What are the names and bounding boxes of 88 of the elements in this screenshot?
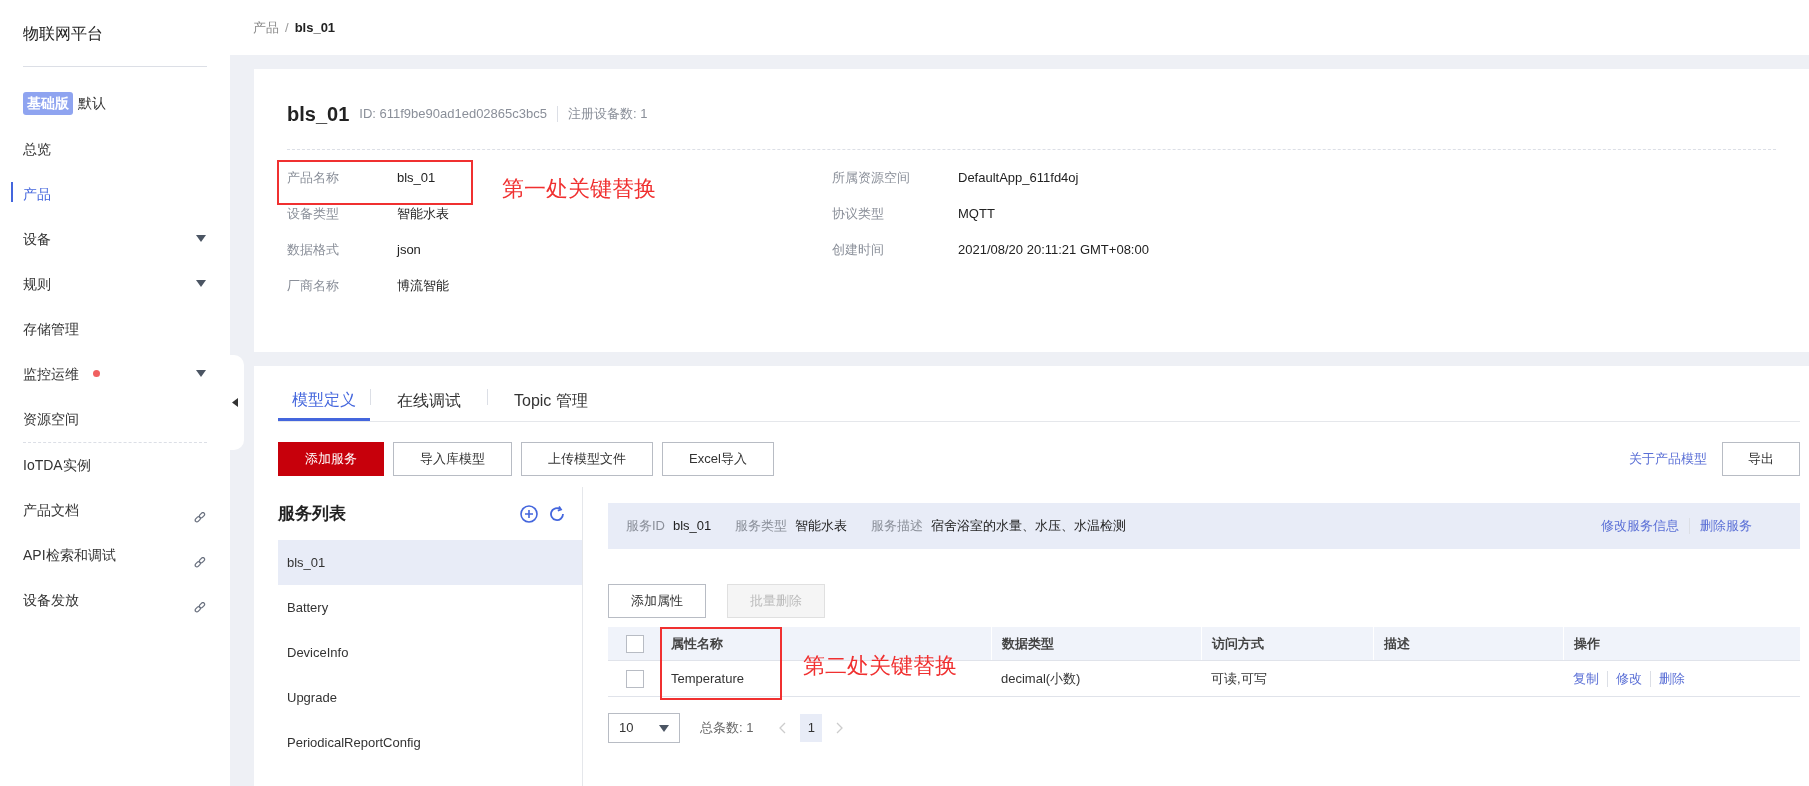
field-value: 2021/08/20 20:11:21 GMT+08:00 bbox=[958, 241, 1149, 260]
service-action-link[interactable]: 删除服务 bbox=[1700, 516, 1752, 536]
device-count: 注册设备数: 1 bbox=[567, 105, 648, 124]
product-id: ID: 611f9be90ad1ed02865c3bc5 bbox=[359, 105, 547, 124]
row-action-link[interactable]: 修改 bbox=[1616, 668, 1642, 689]
field-label: 数据格式 bbox=[287, 241, 340, 260]
service-item[interactable]: bls_01 bbox=[278, 540, 582, 585]
page-size-select[interactable]: 10 bbox=[608, 713, 680, 743]
collapse-arrow-icon bbox=[232, 398, 238, 407]
field-label: 产品名称 bbox=[287, 169, 340, 188]
table-cell: decimal(小数) bbox=[1001, 670, 1081, 686]
info-label: 服务描述 bbox=[871, 517, 924, 536]
sidebar-item[interactable]: 设备 bbox=[0, 217, 230, 262]
field-value: 博流智能 bbox=[397, 277, 449, 296]
field-label: 协议类型 bbox=[832, 205, 885, 224]
add-icon[interactable] bbox=[520, 504, 538, 523]
row-checkbox[interactable] bbox=[625, 669, 644, 688]
breadcrumb-item[interactable]: 产品 bbox=[253, 17, 279, 38]
app-title: 物联网平台 bbox=[22, 24, 104, 44]
field-label: 所属资源空间 bbox=[832, 169, 911, 188]
column-header: 描述 bbox=[1384, 634, 1410, 653]
annotation-text: 第二处关键替换 bbox=[803, 652, 957, 680]
sidebar-item[interactable]: 存储管理 bbox=[0, 307, 230, 352]
toolbar-button[interactable]: Excel导入 bbox=[662, 442, 774, 476]
prev-page-icon[interactable] bbox=[779, 722, 787, 734]
tab[interactable]: 模型定义 bbox=[278, 381, 370, 421]
sidebar-item[interactable]: 规则 bbox=[0, 262, 230, 307]
caret-icon bbox=[659, 724, 669, 732]
sidebar-item[interactable]: 产品文档 bbox=[0, 488, 230, 533]
field-value: bls_01 bbox=[397, 169, 436, 188]
export-button[interactable]: 导出 bbox=[1722, 442, 1800, 476]
tab[interactable]: Topic 管理 bbox=[500, 381, 602, 421]
product-model-link[interactable]: 关于产品模型 bbox=[1629, 449, 1707, 469]
breadcrumb-item: bls_01 bbox=[294, 18, 336, 37]
info-value: bls_01 bbox=[673, 517, 712, 536]
field-label: 厂商名称 bbox=[287, 277, 340, 296]
caret-icon bbox=[196, 370, 206, 377]
field-value: json bbox=[397, 241, 421, 260]
info-value: 智能水表 bbox=[795, 517, 848, 536]
product-title: bls_01 bbox=[287, 102, 350, 127]
sidebar-item[interactable]: 产品 bbox=[0, 172, 230, 217]
tab[interactable]: 在线调试 bbox=[383, 381, 475, 421]
field-value: MQTT bbox=[958, 205, 995, 224]
info-value: 宿舍浴室的水量、水压、水温检测 bbox=[931, 517, 1127, 536]
property-button[interactable]: 添加属性 bbox=[608, 584, 706, 618]
service-action-link[interactable]: 修改服务信息 bbox=[1601, 516, 1679, 536]
toolbar-button[interactable]: 上传模型文件 bbox=[521, 442, 653, 476]
field-value: DefaultApp_611fd4oj bbox=[958, 169, 1079, 188]
row-action-link[interactable]: 复制 bbox=[1573, 668, 1599, 689]
sidebar-item[interactable]: API检索和调试 bbox=[0, 533, 230, 578]
toolbar-button[interactable]: 添加服务 bbox=[278, 442, 384, 476]
link-icon bbox=[194, 512, 206, 524]
column-header: 访问方式 bbox=[1212, 634, 1264, 653]
service-list-title: 服务列表 bbox=[278, 502, 346, 525]
info-label: 服务ID bbox=[626, 517, 665, 536]
sidebar-item[interactable]: 资源空间 bbox=[0, 397, 230, 442]
select-all-checkbox[interactable] bbox=[625, 634, 644, 653]
link-icon bbox=[194, 602, 206, 614]
page-number[interactable]: 1 bbox=[800, 714, 823, 742]
service-item[interactable]: Battery bbox=[278, 585, 582, 630]
field-label: 创建时间 bbox=[832, 241, 885, 260]
edition-badge: 基础版 bbox=[23, 92, 73, 115]
refresh-icon[interactable] bbox=[548, 504, 566, 523]
link-icon bbox=[194, 557, 206, 569]
table-cell: 可读,可写 bbox=[1211, 670, 1267, 686]
total-count: 总条数: 1 bbox=[700, 719, 754, 738]
row-action-link[interactable]: 删除 bbox=[1659, 668, 1685, 689]
next-page-icon[interactable] bbox=[836, 722, 844, 734]
annotation-text: 第一处关键替换 bbox=[502, 175, 656, 203]
sidebar-item[interactable]: 监控运维 bbox=[0, 352, 230, 397]
field-label: 设备类型 bbox=[287, 205, 340, 224]
sidebar-item[interactable]: 总览 bbox=[0, 127, 230, 172]
caret-icon bbox=[196, 235, 206, 242]
field-value: 智能水表 bbox=[397, 205, 449, 224]
column-header: 操作 bbox=[1574, 634, 1600, 653]
service-item[interactable]: DeviceInfo bbox=[278, 630, 582, 675]
toolbar-button[interactable]: 导入库模型 bbox=[393, 442, 512, 476]
sidebar-item[interactable]: IoTDA实例 bbox=[0, 443, 230, 488]
edition-label: 默认 bbox=[78, 94, 106, 113]
service-item[interactable]: Upgrade bbox=[278, 675, 582, 720]
breadcrumb-separator: / bbox=[285, 18, 289, 37]
sidebar-item[interactable]: 设备发放 bbox=[0, 578, 230, 623]
table-cell: Temperature bbox=[671, 670, 744, 686]
column-header: 属性名称 bbox=[671, 634, 723, 653]
caret-icon bbox=[196, 280, 206, 287]
service-item[interactable]: PeriodicalReportConfig bbox=[278, 720, 582, 765]
info-label: 服务类型 bbox=[735, 517, 788, 536]
column-header: 数据类型 bbox=[1002, 634, 1054, 653]
